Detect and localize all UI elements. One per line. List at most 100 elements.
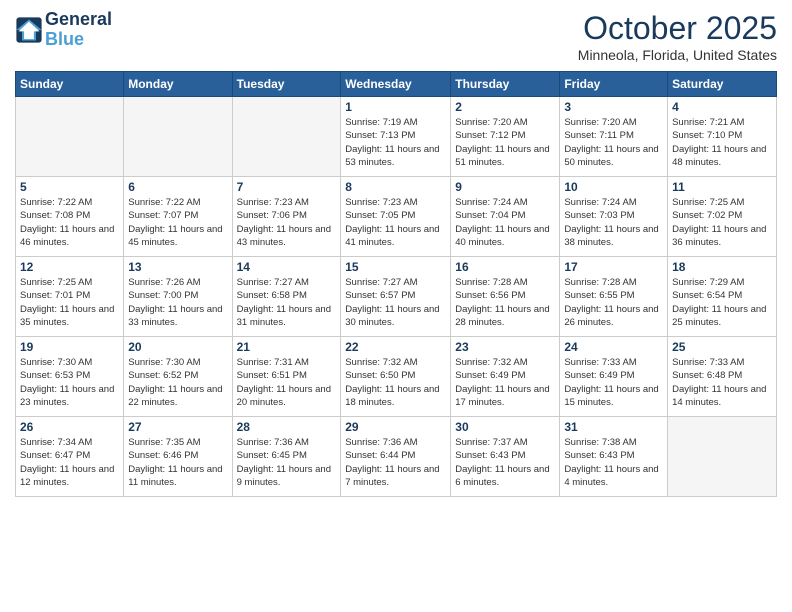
col-saturday: Saturday [668,72,777,97]
day-number: 23 [455,340,555,354]
day-cell-w3-d1: 13 Sunrise: 7:26 AM Sunset: 7:00 PM Dayli… [124,257,232,337]
day-info: Sunrise: 7:28 AM Sunset: 6:55 PM Dayligh… [564,276,663,329]
day-info: Sunrise: 7:26 AM Sunset: 7:00 PM Dayligh… [128,276,227,329]
day-number: 29 [345,420,446,434]
day-cell-w5-d2: 28Sunrise: 7:36 AM Sunset: 6:45 PM Dayli… [232,417,341,497]
day-number: 11 [672,180,772,194]
day-number: 13 [128,260,227,274]
col-friday: Friday [560,72,668,97]
day-cell-w3-d3: 15Sunrise: 7:27 AM Sunset: 6:57 PM Dayli… [341,257,451,337]
day-cell-w3-d5: 17 Sunrise: 7:28 AM Sunset: 6:55 PM Dayli… [560,257,668,337]
day-info: Sunrise: 7:23 AM Sunset: 7:05 PM Dayligh… [345,196,446,249]
day-info: Sunrise: 7:36 AM Sunset: 6:45 PM Dayligh… [237,436,337,489]
day-info: Sunrise: 7:19 AM Sunset: 7:13 PM Dayligh… [345,116,446,169]
day-number: 30 [455,420,555,434]
day-cell-w4-d0: 19 Sunrise: 7:30 AM Sunset: 6:53 PM Dayli… [16,337,124,417]
day-info: Sunrise: 7:29 AM Sunset: 6:54 PM Dayligh… [672,276,772,329]
logo-line2: Blue [45,30,112,50]
day-cell-w5-d3: 29 Sunrise: 7:36 AM Sunset: 6:44 PM Dayli… [341,417,451,497]
day-info: Sunrise: 7:21 AM Sunset: 7:10 PM Dayligh… [672,116,772,169]
day-number: 6 [128,180,227,194]
day-info: Sunrise: 7:20 AM Sunset: 7:12 PM Dayligh… [455,116,555,169]
day-cell-w3-d6: 18 Sunrise: 7:29 AM Sunset: 6:54 PM Dayli… [668,257,777,337]
logo: General Blue [15,10,112,50]
page: General Blue October 2025 Minneola, Flor… [0,0,792,612]
day-cell-w2-d2: 7 Sunrise: 7:23 AM Sunset: 7:06 PM Daylig… [232,177,341,257]
day-info: Sunrise: 7:37 AM Sunset: 6:43 PM Dayligh… [455,436,555,489]
title-block: October 2025 Minneola, Florida, United S… [578,10,777,63]
day-info: Sunrise: 7:32 AM Sunset: 6:50 PM Dayligh… [345,356,446,409]
day-number: 9 [455,180,555,194]
logo-icon [15,16,43,44]
day-info: Sunrise: 7:30 AM Sunset: 6:53 PM Dayligh… [20,356,119,409]
day-cell-w4-d5: 24 Sunrise: 7:33 AM Sunset: 6:49 PM Dayli… [560,337,668,417]
day-info: Sunrise: 7:33 AM Sunset: 6:49 PM Dayligh… [564,356,663,409]
day-number: 20 [128,340,227,354]
week-row-4: 19 Sunrise: 7:30 AM Sunset: 6:53 PM Dayli… [16,337,777,417]
day-cell-w3-d2: 14 Sunrise: 7:27 AM Sunset: 6:58 PM Dayli… [232,257,341,337]
col-monday: Monday [124,72,232,97]
day-cell-w4-d6: 25 Sunrise: 7:33 AM Sunset: 6:48 PM Dayli… [668,337,777,417]
day-info: Sunrise: 7:27 AM Sunset: 6:57 PM Dayligh… [345,276,446,329]
day-info: Sunrise: 7:30 AM Sunset: 6:52 PM Dayligh… [128,356,227,409]
day-cell-w5-d0: 26 Sunrise: 7:34 AM Sunset: 6:47 PM Dayli… [16,417,124,497]
col-tuesday: Tuesday [232,72,341,97]
day-number: 7 [237,180,337,194]
day-info: Sunrise: 7:35 AM Sunset: 6:46 PM Dayligh… [128,436,227,489]
day-cell-w3-d0: 12Sunrise: 7:25 AM Sunset: 7:01 PM Dayli… [16,257,124,337]
day-cell-w5-d6 [668,417,777,497]
day-cell-w3-d4: 16Sunrise: 7:28 AM Sunset: 6:56 PM Dayli… [451,257,560,337]
day-cell-w5-d4: 30 Sunrise: 7:37 AM Sunset: 6:43 PM Dayli… [451,417,560,497]
day-number: 18 [672,260,772,274]
day-info: Sunrise: 7:38 AM Sunset: 6:43 PM Dayligh… [564,436,663,489]
day-info: Sunrise: 7:24 AM Sunset: 7:03 PM Dayligh… [564,196,663,249]
day-cell-w2-d3: 8Sunrise: 7:23 AM Sunset: 7:05 PM Daylig… [341,177,451,257]
day-cell-w2-d0: 5 Sunrise: 7:22 AM Sunset: 7:08 PM Daylig… [16,177,124,257]
day-info: Sunrise: 7:22 AM Sunset: 7:08 PM Dayligh… [20,196,119,249]
day-number: 21 [237,340,337,354]
day-number: 19 [20,340,119,354]
day-info: Sunrise: 7:31 AM Sunset: 6:51 PM Dayligh… [237,356,337,409]
week-row-5: 26 Sunrise: 7:34 AM Sunset: 6:47 PM Dayli… [16,417,777,497]
week-row-2: 5 Sunrise: 7:22 AM Sunset: 7:08 PM Daylig… [16,177,777,257]
day-number: 31 [564,420,663,434]
week-row-1: 1Sunrise: 7:19 AM Sunset: 7:13 PM Daylig… [16,97,777,177]
day-cell-w1-d6: 4Sunrise: 7:21 AM Sunset: 7:10 PM Daylig… [668,97,777,177]
day-info: Sunrise: 7:27 AM Sunset: 6:58 PM Dayligh… [237,276,337,329]
day-info: Sunrise: 7:28 AM Sunset: 6:56 PM Dayligh… [455,276,555,329]
day-number: 5 [20,180,119,194]
day-cell-w2-d1: 6 Sunrise: 7:22 AM Sunset: 7:07 PM Daylig… [124,177,232,257]
day-info: Sunrise: 7:22 AM Sunset: 7:07 PM Dayligh… [128,196,227,249]
col-thursday: Thursday [451,72,560,97]
day-cell-w4-d1: 20 Sunrise: 7:30 AM Sunset: 6:52 PM Dayli… [124,337,232,417]
day-number: 22 [345,340,446,354]
logo-line1: General [45,10,112,30]
day-cell-w2-d6: 11Sunrise: 7:25 AM Sunset: 7:02 PM Dayli… [668,177,777,257]
day-cell-w4-d2: 21 Sunrise: 7:31 AM Sunset: 6:51 PM Dayli… [232,337,341,417]
day-number: 3 [564,100,663,114]
day-number: 2 [455,100,555,114]
calendar: Sunday Monday Tuesday Wednesday Thursday… [15,71,777,497]
day-number: 14 [237,260,337,274]
day-number: 17 [564,260,663,274]
day-number: 26 [20,420,119,434]
day-cell-w1-d0 [16,97,124,177]
day-cell-w1-d3: 1Sunrise: 7:19 AM Sunset: 7:13 PM Daylig… [341,97,451,177]
week-row-3: 12Sunrise: 7:25 AM Sunset: 7:01 PM Dayli… [16,257,777,337]
day-cell-w5-d5: 31 Sunrise: 7:38 AM Sunset: 6:43 PM Dayli… [560,417,668,497]
day-number: 24 [564,340,663,354]
day-info: Sunrise: 7:23 AM Sunset: 7:06 PM Dayligh… [237,196,337,249]
day-cell-w5-d1: 27Sunrise: 7:35 AM Sunset: 6:46 PM Dayli… [124,417,232,497]
col-sunday: Sunday [16,72,124,97]
col-wednesday: Wednesday [341,72,451,97]
day-info: Sunrise: 7:24 AM Sunset: 7:04 PM Dayligh… [455,196,555,249]
day-number: 10 [564,180,663,194]
day-cell-w1-d5: 3 Sunrise: 7:20 AM Sunset: 7:11 PM Daylig… [560,97,668,177]
day-number: 25 [672,340,772,354]
day-info: Sunrise: 7:36 AM Sunset: 6:44 PM Dayligh… [345,436,446,489]
day-info: Sunrise: 7:20 AM Sunset: 7:11 PM Dayligh… [564,116,663,169]
month-title: October 2025 [578,10,777,47]
day-info: Sunrise: 7:33 AM Sunset: 6:48 PM Dayligh… [672,356,772,409]
day-cell-w1-d4: 2 Sunrise: 7:20 AM Sunset: 7:12 PM Daylig… [451,97,560,177]
day-info: Sunrise: 7:34 AM Sunset: 6:47 PM Dayligh… [20,436,119,489]
